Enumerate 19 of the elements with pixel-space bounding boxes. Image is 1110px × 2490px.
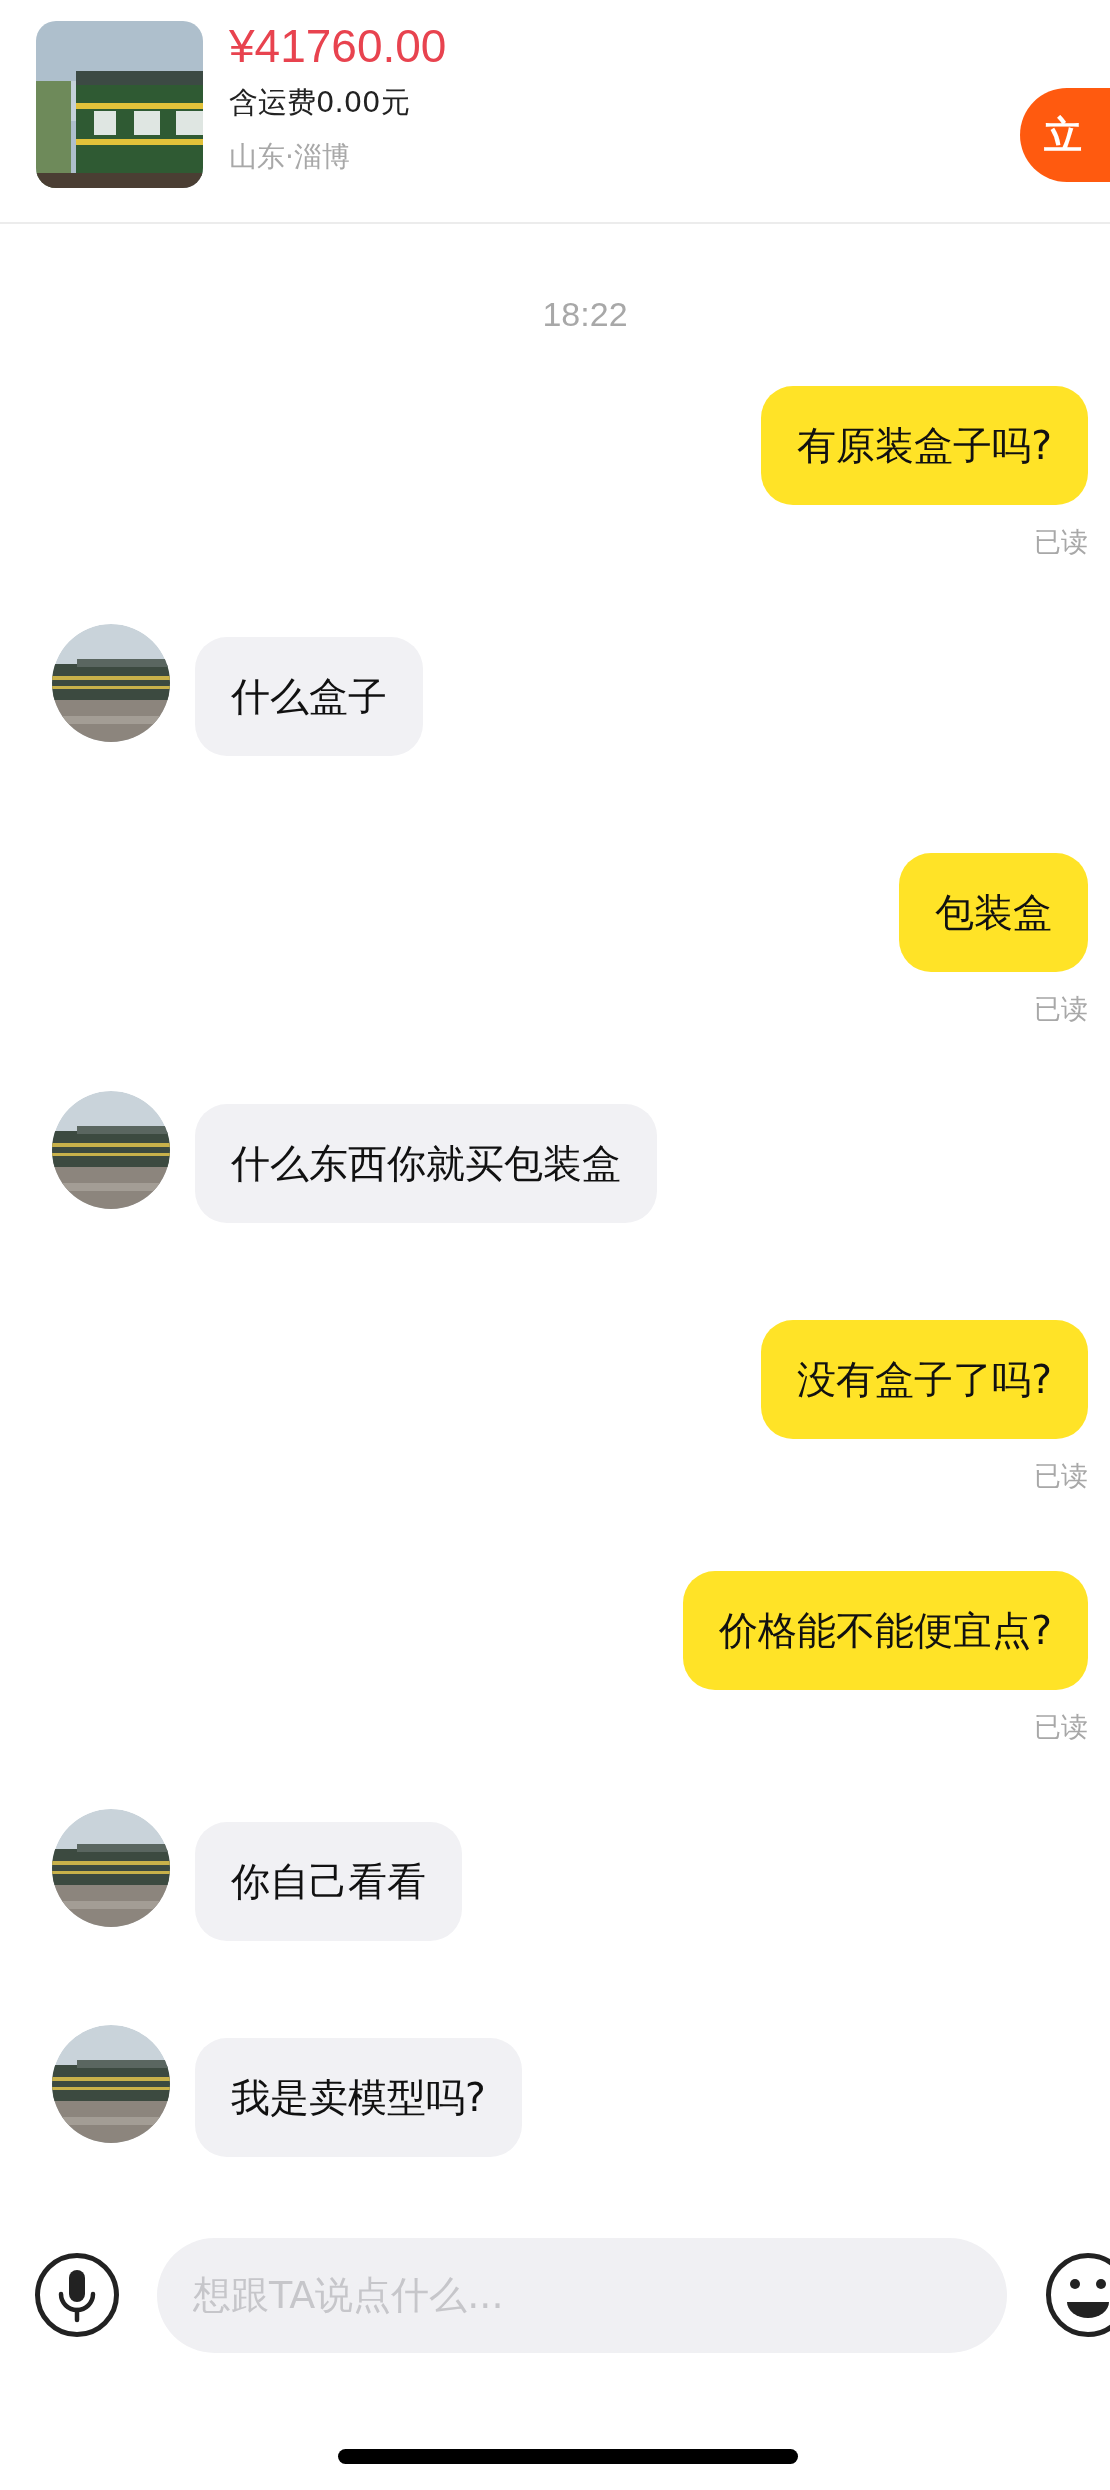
shipping-fee: 含运费0.00元 (229, 84, 411, 121)
message-bubble: 什么东西你就买包装盒 (195, 1104, 657, 1223)
read-receipt: 已读 (1034, 526, 1088, 557)
message-bubble: 价格能不能便宜点? (683, 1571, 1088, 1690)
read-receipt: 已读 (1034, 993, 1088, 1024)
read-receipt: 已读 (1034, 1460, 1088, 1491)
message-bubble: 你自己看看 (195, 1822, 462, 1941)
microphone-icon[interactable] (34, 2252, 120, 2338)
message-bubble: 什么盒子 (195, 637, 423, 756)
buy-button[interactable]: 立 (1020, 88, 1110, 182)
message-bubble: 有原装盒子吗? (761, 386, 1088, 505)
message-bubble: 包装盒 (899, 853, 1088, 972)
message-bubble: 我是卖模型吗? (195, 2038, 522, 2157)
price: ¥41760.00 (229, 19, 448, 74)
message-bubble: 没有盒子了吗? (761, 1320, 1088, 1439)
smiley-icon[interactable] (1045, 2252, 1110, 2338)
timestamp: 18:22 (542, 294, 628, 335)
read-receipt: 已读 (1034, 1711, 1088, 1742)
location: 山东·淄博 (229, 139, 351, 175)
